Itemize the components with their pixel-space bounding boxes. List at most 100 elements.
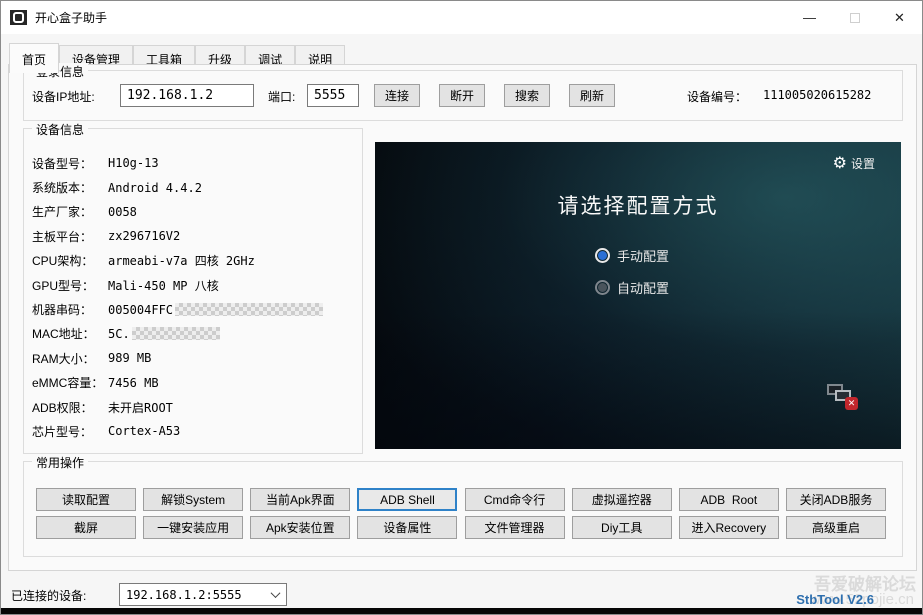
device-info-value: armeabi-v7a 四核 2GHz bbox=[108, 252, 255, 269]
device-info-row-os-version: 系统版本：Android 4.4.2 bbox=[32, 175, 356, 199]
device-info-group-label: 设备信息 bbox=[32, 121, 88, 138]
redaction-mosaic bbox=[132, 327, 220, 340]
search-button[interactable]: 搜索 bbox=[504, 84, 550, 107]
apk-install-location-button[interactable]: Apk安装位置 bbox=[250, 516, 350, 539]
preview-settings-button[interactable]: ⚙ 设置 bbox=[833, 153, 875, 173]
close-adb-service-button[interactable]: 关闭ADB服务 bbox=[786, 488, 886, 511]
radio-option-manual-config[interactable]: 手动配置 bbox=[595, 246, 681, 265]
radio-option-label: 自动配置 bbox=[617, 278, 669, 297]
operation-buttons-row-2: 截屏一键安装应用 Apk安装位置设备属性文件管理器 Diy工具进入Recovery 高… bbox=[36, 516, 886, 539]
radio-option-label: 手动配置 bbox=[617, 246, 669, 265]
device-info-value: 0058 bbox=[108, 205, 137, 219]
watermark-tool-version: StbTool V2.6 bbox=[796, 592, 874, 607]
device-info-value: 005004FFC bbox=[108, 303, 173, 317]
connect-button[interactable]: 连接 bbox=[374, 84, 420, 107]
device-info-value: zx296716V2 bbox=[108, 229, 180, 243]
device-info-row-model: 设备型号：H10g-13 bbox=[32, 151, 356, 175]
device-info-label: eMMC容量： bbox=[32, 374, 108, 391]
unlock-system-button[interactable]: 解锁System bbox=[143, 488, 243, 511]
advanced-reboot-button[interactable]: 高级重启 bbox=[786, 516, 886, 539]
file-manager-button[interactable]: 文件管理器 bbox=[465, 516, 565, 539]
device-screen-preview[interactable]: ⚙ 设置 请选择配置方式 手动配置自动配置 ✕ bbox=[375, 142, 901, 449]
device-info-value: Android 4.4.2 bbox=[108, 181, 202, 195]
device-info-value: 989 MB bbox=[108, 351, 151, 365]
device-info-label: 系统版本： bbox=[32, 179, 108, 196]
current-apk-button[interactable]: 当前Apk界面 bbox=[250, 488, 350, 511]
config-options: 手动配置自动配置 bbox=[375, 246, 901, 297]
device-info-label: GPU型号： bbox=[32, 277, 108, 294]
device-info-label: CPU架构： bbox=[32, 252, 108, 269]
device-info-row-cpu-arch: CPU架构：armeabi-v7a 四核 2GHz bbox=[32, 249, 356, 273]
device-info-label: 芯片型号： bbox=[32, 423, 108, 440]
device-info-row-mac-address: MAC地址：5C. bbox=[32, 322, 356, 346]
port-label: 端口: bbox=[268, 88, 295, 105]
device-number-label: 设备编号： bbox=[687, 88, 747, 105]
close-button[interactable]: ✕ bbox=[877, 1, 922, 34]
device-info-value: Cortex-A53 bbox=[108, 424, 180, 438]
app-window: 开心盒子助手 — ✕ 首页设备管理工具箱升级调试说明 登录信息 设备IP地址: … bbox=[0, 0, 923, 615]
device-info-row-adb-permission: ADB权限：未开启ROOT bbox=[32, 395, 356, 419]
device-info-label: 机器串码： bbox=[32, 301, 108, 318]
disconnect-button[interactable]: 断开 bbox=[439, 84, 485, 107]
one-key-install-button[interactable]: 一键安装应用 bbox=[143, 516, 243, 539]
connected-device-value: 192.168.1.2:5555 bbox=[120, 588, 264, 602]
device-info-label: ADB权限： bbox=[32, 399, 108, 416]
device-info-value: Mali-450 MP 八核 bbox=[108, 277, 219, 294]
settings-label: 设置 bbox=[851, 155, 875, 172]
adb-shell-button[interactable]: ADB Shell bbox=[357, 488, 457, 511]
refresh-button[interactable]: 刷新 bbox=[569, 84, 615, 107]
login-row: 设备IP地址: 端口: 连接断开搜索刷新 设备编号： 1110050206152… bbox=[24, 71, 902, 120]
minimize-button[interactable]: — bbox=[787, 1, 832, 34]
chevron-down-icon bbox=[264, 591, 286, 598]
screenshot-button[interactable]: 截屏 bbox=[36, 516, 136, 539]
enter-recovery-button[interactable]: 进入Recovery bbox=[679, 516, 779, 539]
common-operations-label: 常用操作 bbox=[32, 454, 88, 471]
window-controls: — ✕ bbox=[787, 1, 922, 34]
ip-label: 设备IP地址: bbox=[32, 88, 95, 105]
gear-icon: ⚙ bbox=[833, 153, 847, 173]
radio-option-auto-config[interactable]: 自动配置 bbox=[595, 278, 681, 297]
port-input[interactable] bbox=[307, 84, 359, 107]
read-config-button[interactable]: 读取配置 bbox=[36, 488, 136, 511]
titlebar: 开心盒子助手 — ✕ bbox=[1, 1, 922, 34]
display-disconnected-icon: ✕ bbox=[827, 384, 859, 411]
device-info-row-chip-model: 芯片型号：Cortex-A53 bbox=[32, 419, 356, 443]
radio-unselected-icon bbox=[595, 280, 610, 295]
device-number-value: 111005020615282 bbox=[763, 88, 871, 102]
connected-devices-select[interactable]: 192.168.1.2:5555 bbox=[119, 583, 287, 606]
device-info-label: 生产厂家： bbox=[32, 203, 108, 220]
diy-tools-button[interactable]: Diy工具 bbox=[572, 516, 672, 539]
device-info-row-manufacturer: 生产厂家：0058 bbox=[32, 200, 356, 224]
device-info-label: RAM大小： bbox=[32, 350, 108, 367]
device-info-row-serial-number: 机器串码：005004FFC bbox=[32, 297, 356, 321]
window-bottom-edge bbox=[1, 608, 922, 614]
virtual-remote-button[interactable]: 虚拟遥控器 bbox=[572, 488, 672, 511]
operation-buttons: 读取配置解锁System 当前Apk界面 ADB Shell Cmd命令行虚拟遥控器 A… bbox=[36, 488, 886, 539]
window-title: 开心盒子助手 bbox=[35, 9, 107, 26]
red-x-badge: ✕ bbox=[845, 397, 858, 410]
device-properties-button[interactable]: 设备属性 bbox=[357, 516, 457, 539]
device-info-group: 设备信息 设备型号：H10g-13系统版本：Android 4.4.2生产厂家：… bbox=[23, 128, 363, 454]
device-info-row-gpu-model: GPU型号：Mali-450 MP 八核 bbox=[32, 273, 356, 297]
device-info-label: 设备型号： bbox=[32, 155, 108, 172]
radio-selected-icon bbox=[595, 248, 610, 263]
maximize-button[interactable] bbox=[832, 1, 877, 34]
device-info-value: 7456 MB bbox=[108, 376, 159, 390]
adb-root-button[interactable]: ADB Root bbox=[679, 488, 779, 511]
common-operations-group: 常用操作 读取配置解锁System当前Apk界面ADB ShellCmd命令行虚… bbox=[23, 461, 903, 557]
ip-input[interactable] bbox=[120, 84, 254, 107]
device-info-value: H10g-13 bbox=[108, 156, 159, 170]
preview-title: 请选择配置方式 bbox=[375, 190, 901, 220]
device-info-row-board-platform: 主板平台：zx296716V2 bbox=[32, 224, 356, 248]
maximize-icon bbox=[850, 13, 860, 23]
device-info-label: MAC地址： bbox=[32, 325, 108, 342]
tab-home[interactable]: 首页 bbox=[9, 43, 59, 73]
device-info-row-ram-size: RAM大小：989 MB bbox=[32, 346, 356, 370]
app-icon bbox=[10, 10, 27, 25]
cmd-line-button[interactable]: Cmd命令行 bbox=[465, 488, 565, 511]
device-info-value: 未开启ROOT bbox=[108, 399, 173, 416]
redaction-mosaic bbox=[175, 303, 323, 316]
operation-buttons-row-1: 读取配置解锁System 当前Apk界面 ADB Shell Cmd命令行虚拟遥控器 A… bbox=[36, 488, 886, 511]
device-info-row-emmc-capacity: eMMC容量：7456 MB bbox=[32, 371, 356, 395]
connected-devices-label: 已连接的设备: bbox=[11, 587, 86, 604]
